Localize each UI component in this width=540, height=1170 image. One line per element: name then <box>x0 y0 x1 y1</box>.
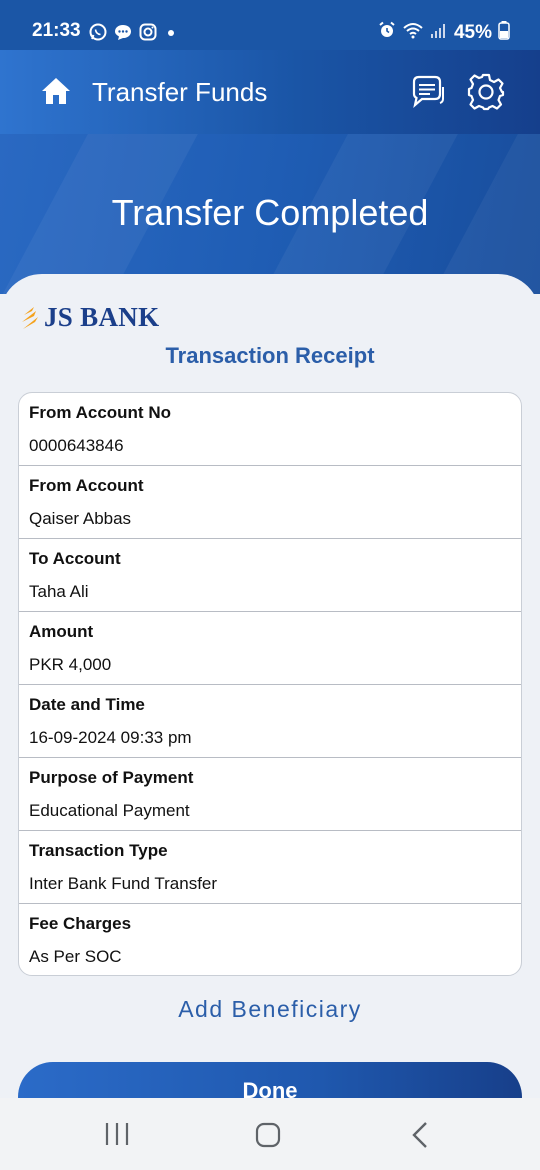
receipt-row: From Account No 0000643846 <box>19 393 521 466</box>
message-icon <box>113 22 133 42</box>
status-title: Transfer Completed <box>111 192 429 233</box>
back-icon[interactable] <box>410 1121 430 1154</box>
receipt-card: From Account No 0000643846 From Account … <box>18 392 522 976</box>
row-value: 16-09-2024 09:33 pm <box>29 728 192 747</box>
row-label: Transaction Type <box>29 841 168 860</box>
receipt-row: Fee Charges As Per SOC <box>19 904 521 975</box>
recents-icon[interactable] <box>104 1122 130 1151</box>
receipt-row: Purpose of Payment Educational Payment <box>19 758 521 831</box>
home-icon[interactable] <box>40 76 72 111</box>
row-label: Fee Charges <box>29 914 132 933</box>
row-value: Inter Bank Fund Transfer <box>29 874 218 893</box>
system-nav-bar <box>0 1098 540 1170</box>
row-value: PKR 4,000 <box>29 655 112 674</box>
hero-banner: Transfer Completed <box>0 134 540 294</box>
row-label: Amount <box>29 622 94 641</box>
alarm-icon <box>378 21 396 44</box>
wifi-icon <box>402 21 424 44</box>
row-label: Date and Time <box>29 695 145 714</box>
status-time: 21:33 <box>32 20 81 41</box>
add-beneficiary-link[interactable]: Add Beneficiary <box>0 996 540 1023</box>
gear-icon[interactable] <box>466 72 506 117</box>
row-value: As Per SOC <box>29 947 122 966</box>
bank-logo-text: JS BANK <box>44 302 160 332</box>
instagram-icon <box>138 22 158 42</box>
bank-logo-icon <box>22 306 38 329</box>
row-label: From Account No <box>29 403 171 422</box>
row-value: 0000643846 <box>29 436 124 455</box>
receipt-row: Transaction Type Inter Bank Fund Transfe… <box>19 831 521 904</box>
page-title: Transfer Funds <box>92 77 268 107</box>
whatsapp-icon <box>88 22 108 42</box>
chat-icon[interactable] <box>408 72 448 117</box>
row-value: Taha Ali <box>29 582 89 601</box>
nav-home-icon[interactable] <box>255 1122 281 1153</box>
receipt-row: Amount PKR 4,000 <box>19 612 521 685</box>
row-label: Purpose of Payment <box>29 768 194 787</box>
receipt-title: Transaction Receipt <box>165 343 375 368</box>
app-header: Transfer Funds <box>0 50 540 134</box>
receipt-row: Date and Time 16-09-2024 09:33 pm <box>19 685 521 758</box>
notification-dot <box>168 30 174 36</box>
bank-logo: JS BANK <box>20 302 159 333</box>
receipt-row: From Account Qaiser Abbas <box>19 466 521 539</box>
receipt-panel: JS BANK Transaction Receipt From Account… <box>0 274 540 1170</box>
row-value: Qaiser Abbas <box>29 509 132 528</box>
row-label: To Account <box>29 549 121 568</box>
battery-icon <box>498 20 510 45</box>
receipt-row: To Account Taha Ali <box>19 539 521 612</box>
battery-percent: 45% <box>453 21 492 43</box>
row-value: Educational Payment <box>29 801 190 820</box>
signal-icon <box>430 21 448 44</box>
row-label: From Account <box>29 476 144 495</box>
